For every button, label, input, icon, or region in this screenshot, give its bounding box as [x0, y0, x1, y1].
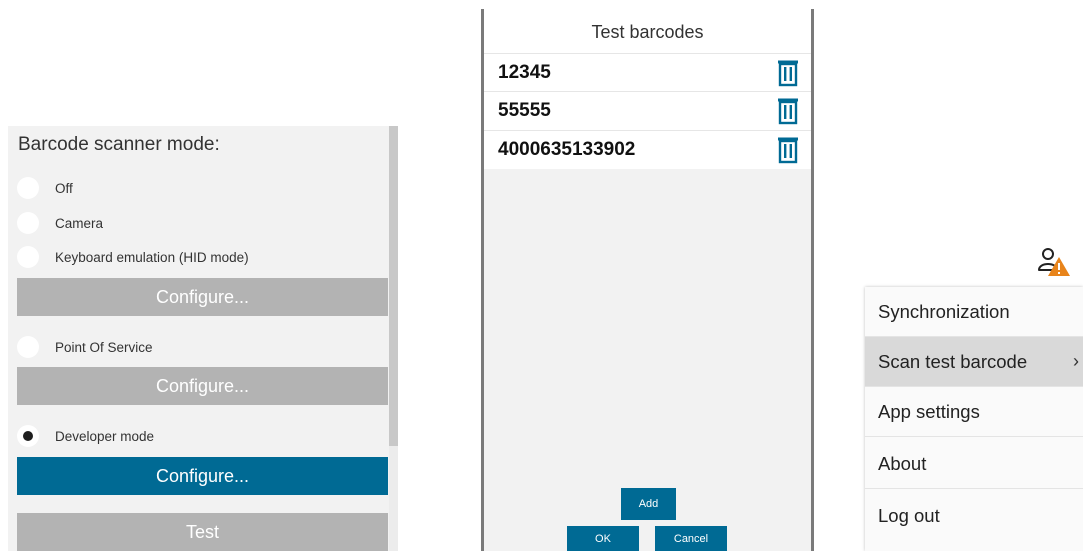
configure-developer-button[interactable]: Configure... — [17, 457, 388, 495]
barcode-scanner-settings-panel: Barcode scanner mode: Off Camera Keyboar… — [8, 126, 389, 551]
radio-label-point-of-service: Point Of Service — [55, 339, 153, 355]
dialog-title: Test barcodes — [484, 9, 811, 55]
ok-button[interactable]: OK — [567, 526, 639, 551]
menu-item-synchronization[interactable]: Synchronization — [865, 287, 1083, 337]
cancel-button[interactable]: Cancel — [655, 526, 727, 551]
radio-label-developer-mode: Developer mode — [55, 428, 155, 444]
radio-point-of-service[interactable]: Point Of Service — [17, 334, 153, 360]
radio-camera[interactable]: Camera — [17, 210, 103, 236]
menu-item-about[interactable]: About — [865, 439, 1083, 489]
radio-keyboard-emulation[interactable]: Keyboard emulation (HID mode) — [17, 244, 249, 270]
barcode-value: 4000635133902 — [498, 139, 636, 160]
section-title: Barcode scanner mode: — [18, 134, 220, 155]
radio-button-selected[interactable] — [17, 425, 39, 447]
trash-icon[interactable] — [777, 136, 799, 164]
menu-item-scan-test-barcode[interactable]: Scan test barcode › — [865, 337, 1083, 387]
menu-item-label: App settings — [878, 400, 980, 422]
configure-pos-button[interactable]: Configure... — [17, 367, 388, 405]
menu-item-app-settings[interactable]: App settings — [865, 387, 1083, 437]
dialog-content: Test barcodes 12345 55555 4000635133902 — [484, 9, 811, 551]
scrollbar-thumb[interactable] — [389, 126, 398, 446]
configure-hid-button[interactable]: Configure... — [17, 278, 388, 316]
radio-button[interactable] — [17, 246, 39, 268]
barcode-list-item[interactable]: 55555 — [484, 91, 811, 130]
user-warning-icon[interactable] — [1037, 245, 1071, 277]
trash-icon[interactable] — [777, 59, 799, 87]
menu-item-log-out[interactable]: Log out — [865, 491, 1083, 541]
add-button[interactable]: Add — [621, 488, 676, 520]
barcode-value: 12345 — [498, 62, 551, 83]
radio-label-camera: Camera — [55, 215, 104, 231]
radio-button[interactable] — [17, 336, 39, 358]
trash-icon[interactable] — [777, 97, 799, 125]
radio-label-off: Off — [55, 180, 73, 196]
radio-button[interactable] — [17, 212, 39, 234]
radio-developer-mode[interactable]: Developer mode — [17, 423, 154, 449]
test-button[interactable]: Test — [17, 513, 388, 551]
barcode-list-item[interactable]: 12345 — [484, 53, 811, 92]
test-barcodes-dialog: Test barcodes 12345 55555 4000635133902 — [481, 9, 814, 551]
scrollbar-track[interactable] — [389, 446, 398, 551]
barcode-list-item[interactable]: 4000635133902 — [484, 130, 811, 169]
menu-item-label: Scan test barcode — [878, 350, 1028, 372]
radio-off[interactable]: Off — [17, 175, 73, 201]
radio-button[interactable] — [17, 177, 39, 199]
barcode-value: 55555 — [498, 100, 551, 121]
menu-item-label: About — [878, 452, 927, 474]
chevron-right-icon: › — [1073, 351, 1079, 371]
radio-label-keyboard-emulation: Keyboard emulation (HID mode) — [55, 249, 249, 265]
user-menu: Synchronization Scan test barcode › App … — [865, 287, 1083, 551]
menu-item-label: Log out — [878, 505, 940, 526]
menu-item-label: Synchronization — [878, 300, 1010, 322]
